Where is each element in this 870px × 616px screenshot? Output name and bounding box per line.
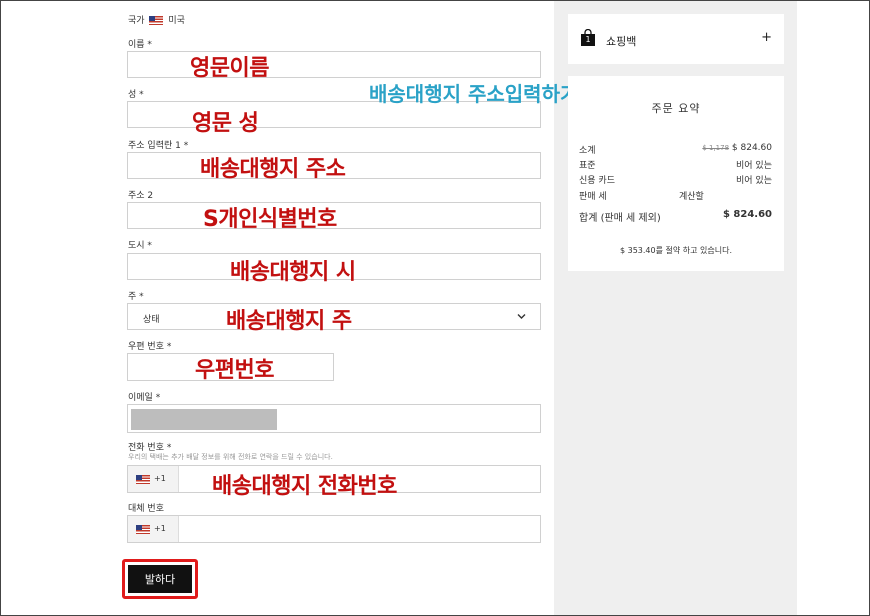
screenshot-border	[0, 0, 870, 616]
